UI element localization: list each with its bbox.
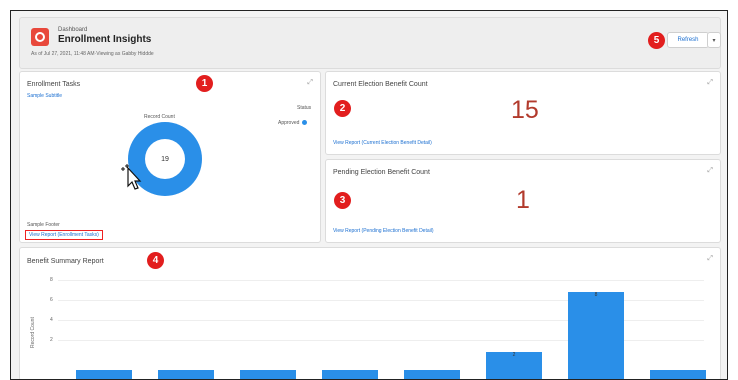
y-tick-label: 4 xyxy=(50,317,53,323)
y-axis-label: Record Count xyxy=(30,317,36,348)
as-of-text: As of Jul 27, 2021, 11:48 AM·Viewing as … xyxy=(31,51,154,57)
close-icon[interactable]: ⤢ xyxy=(707,79,713,87)
enrollment-tasks-card: Enrollment Tasks Sample Subtitle ⤢ Recor… xyxy=(19,71,321,243)
current-election-value: 15 xyxy=(511,96,539,124)
chart-bar[interactable] xyxy=(240,370,296,379)
y-tick-label: 6 xyxy=(50,297,53,303)
chart-bar[interactable] xyxy=(568,292,624,379)
benefit-summary-bar-chart: Record Count 8 6 4 2 2 8 xyxy=(30,276,706,379)
refresh-label: Refresh xyxy=(677,37,699,43)
y-tick-label: 8 xyxy=(50,277,53,283)
current-election-card: Current Election Benefit Count ⤢ 2 15 Vi… xyxy=(325,71,721,155)
legend-approved: Approved xyxy=(278,120,308,126)
card-title: Pending Election Benefit Count xyxy=(333,169,430,176)
bar-value-label: 2 xyxy=(512,352,516,358)
view-report-current-election-link[interactable]: View Report (Current Election Benefit De… xyxy=(333,140,432,146)
card-title: Current Election Benefit Count xyxy=(333,81,428,88)
mouse-cursor-icon xyxy=(121,164,142,190)
card-title: Benefit Summary Report xyxy=(27,258,104,265)
dashboard-header: Dashboard Enrollment Insights As of Jul … xyxy=(19,17,721,69)
chart-bar[interactable] xyxy=(322,370,378,379)
close-icon[interactable]: ⤢ xyxy=(707,255,713,263)
record-count-label: Record Count xyxy=(144,114,175,120)
chart-bar[interactable] xyxy=(158,370,214,379)
view-report-pending-election-link[interactable]: View Report (Pending Election Benefit De… xyxy=(333,228,434,234)
legend-approved-label: Approved xyxy=(278,120,300,126)
annotation-badge-4: 4 xyxy=(147,252,164,269)
card-title: Enrollment Tasks xyxy=(27,81,81,88)
chart-bar[interactable] xyxy=(404,370,460,379)
card-subtitle: Sample Subtitle xyxy=(27,93,63,99)
close-icon[interactable]: ⤢ xyxy=(707,167,713,175)
dashboard-app-icon xyxy=(31,28,49,46)
page-title: Enrollment Insights xyxy=(58,34,152,45)
view-report-enrollment-tasks-link[interactable]: View Report (Enrollment Tasks) xyxy=(25,230,103,240)
chevron-down-icon: ▾ xyxy=(712,37,716,44)
refresh-button[interactable]: Refresh xyxy=(667,32,709,48)
bar-value-label: 8 xyxy=(594,292,598,298)
refresh-menu-button[interactable]: ▾ xyxy=(707,32,721,48)
pending-election-value: 1 xyxy=(516,186,530,214)
donut-total: 19 xyxy=(145,139,185,179)
annotation-badge-5: 5 xyxy=(648,32,665,49)
card-footer: Sample Footer xyxy=(27,222,60,228)
annotation-badge-2: 2 xyxy=(334,100,351,117)
benefit-summary-card: Benefit Summary Report 4 ⤢ Record Count … xyxy=(19,247,721,379)
status-label: Status xyxy=(297,105,312,111)
close-icon[interactable]: ⤢ xyxy=(307,79,313,87)
legend-dot-icon xyxy=(302,120,308,126)
gridline xyxy=(58,280,704,281)
pending-election-card: Pending Election Benefit Count ⤢ 3 1 Vie… xyxy=(325,159,721,243)
chart-bar[interactable] xyxy=(650,370,706,379)
dashboard-frame: Dashboard Enrollment Insights As of Jul … xyxy=(10,10,728,380)
breadcrumb: Dashboard xyxy=(58,27,88,33)
annotation-badge-1: 1 xyxy=(196,75,213,92)
y-tick-label: 2 xyxy=(50,337,53,343)
annotation-badge-3: 3 xyxy=(334,192,351,209)
chart-bar[interactable] xyxy=(76,370,132,379)
